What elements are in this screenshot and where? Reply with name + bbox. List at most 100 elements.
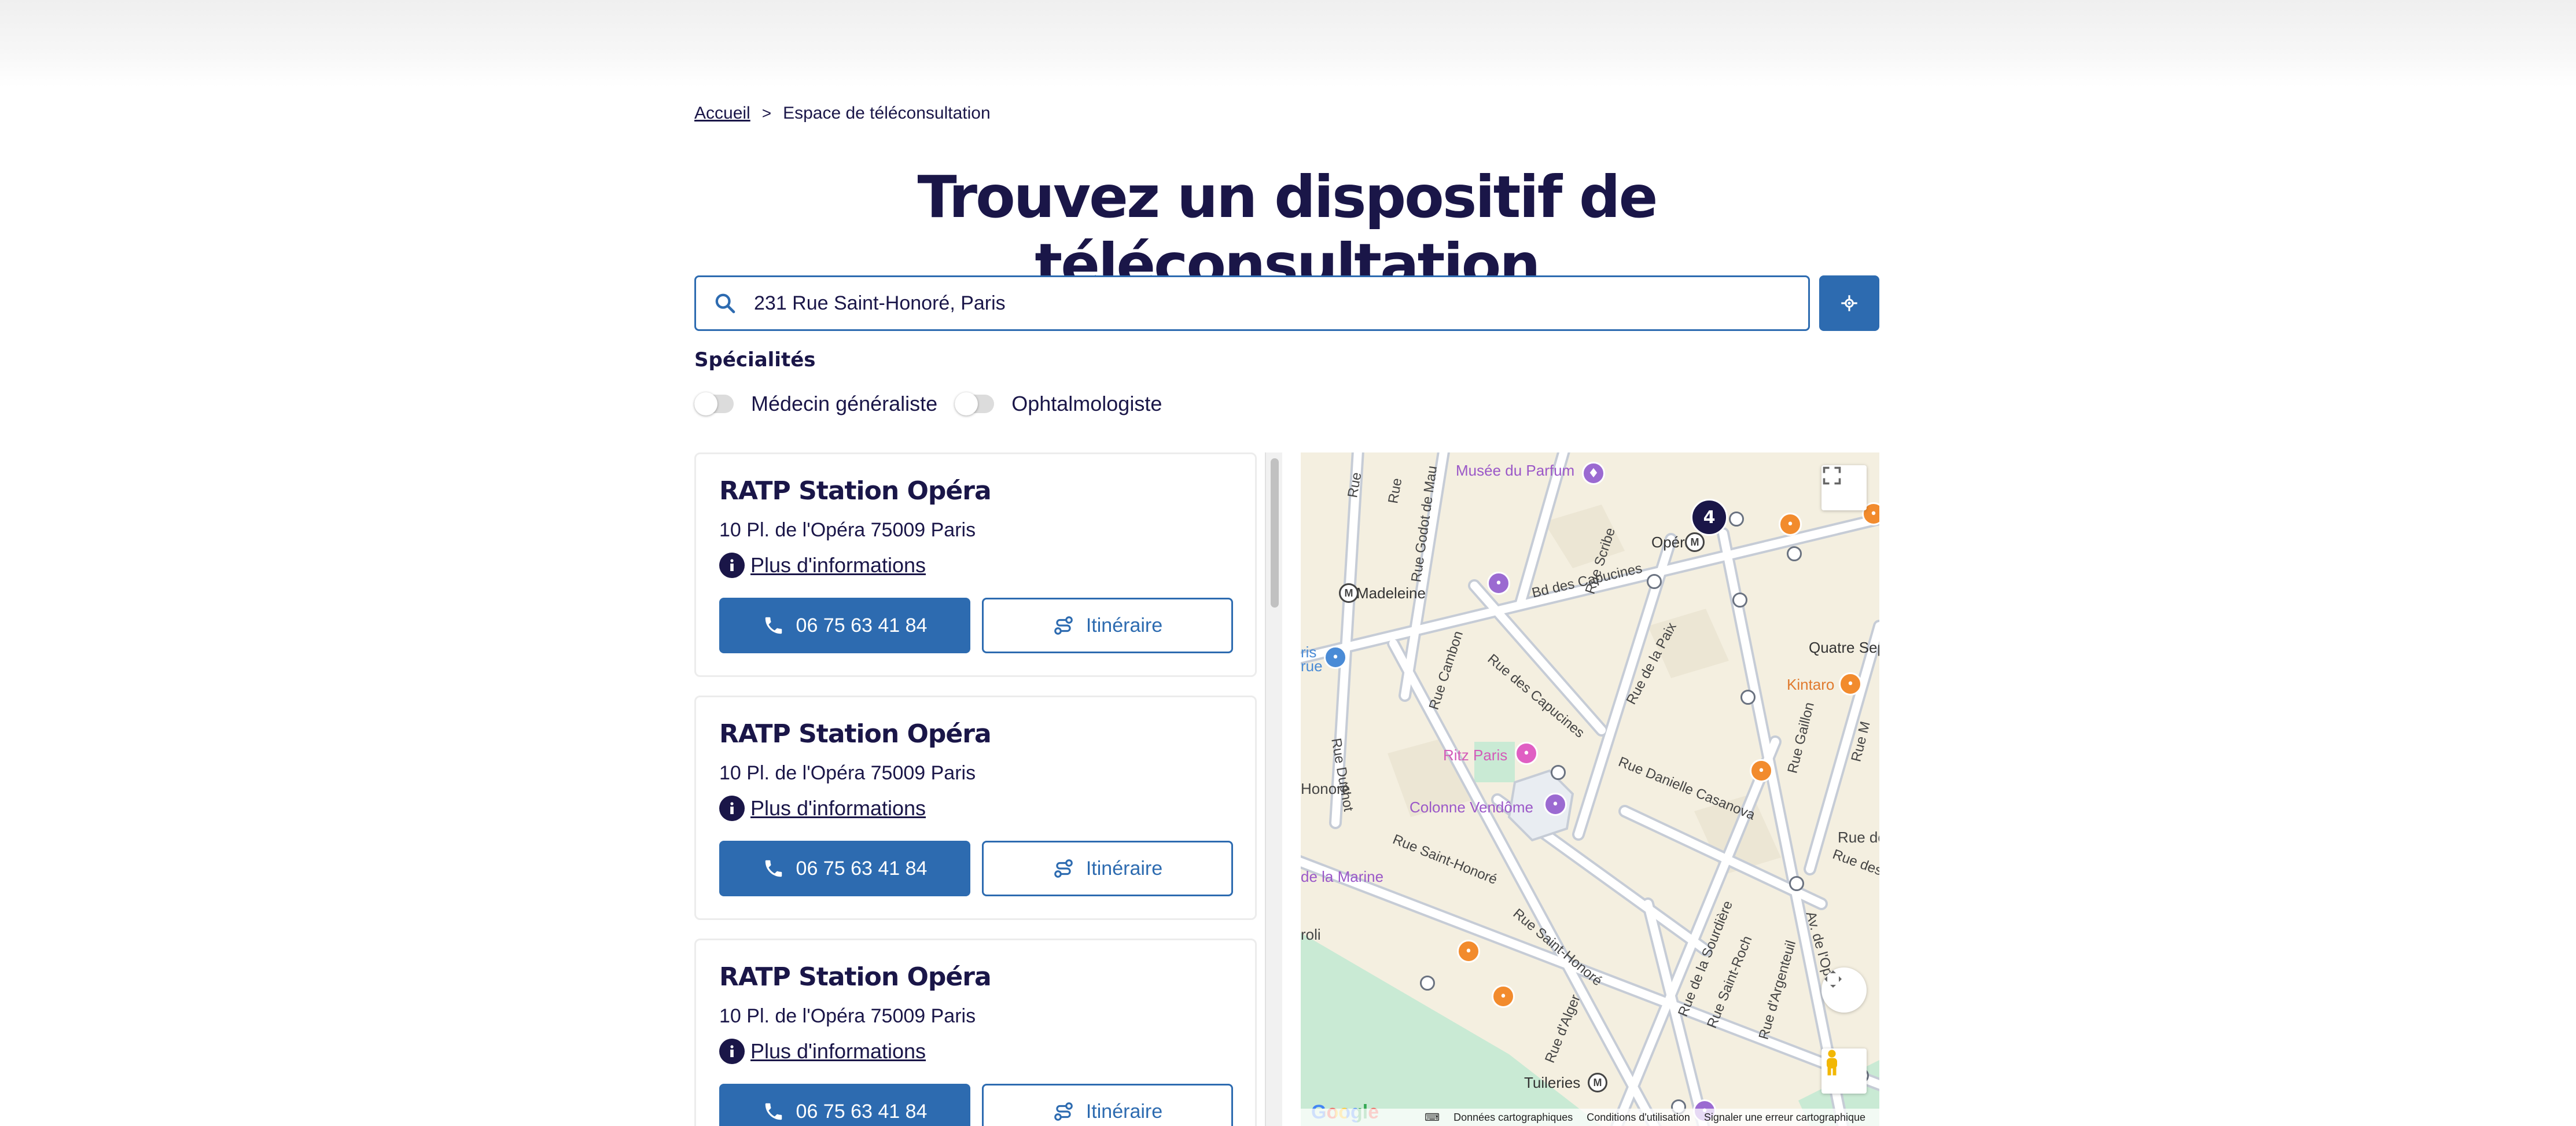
monument-poi-icon[interactable]: • [1544,793,1567,816]
breadcrumb-separator: > [761,104,772,122]
map-pan-control[interactable] [1821,967,1867,1013]
itinerary-button[interactable]: Itinéraire [982,598,1233,653]
search-input-value[interactable]: 231 Rue Saint-Honoré, Paris [754,292,1006,315]
more-info[interactable]: Plus d'informations [719,796,926,821]
terms-link[interactable]: Conditions d'utilisation [1587,1112,1690,1124]
phone-icon [765,1103,782,1120]
bus-stop-icon [1551,765,1566,780]
phone-number: 06 75 63 41 84 [796,1100,928,1123]
map-data-link[interactable]: Données cartographiques [1453,1112,1573,1124]
specialty-toggles: Médecin généraliste Ophtalmologiste [694,389,1179,419]
more-info[interactable]: Plus d'informations [719,553,926,578]
bus-stop-icon [1647,574,1662,589]
metro-icon: M [1685,532,1705,552]
phone-icon [765,617,782,634]
bus-stop-icon [1732,593,1747,608]
marker-cluster[interactable]: 4 [1691,499,1728,536]
more-info-link[interactable]: Plus d'informations [750,796,926,820]
address-search-field[interactable]: 231 Rue Saint-Honoré, Paris [694,275,1810,331]
call-button[interactable]: 06 75 63 41 84 [719,841,970,896]
map-label-kintaro: Kintaro [1787,676,1835,693]
bus-stop-icon [1789,876,1804,891]
result-name: RATP Station Opéra [719,719,992,749]
result-address: 10 Pl. de l'Opéra 75009 Paris [719,519,976,541]
breadcrumb: Accueil > Espace de téléconsultation [694,102,991,125]
bus-stop-icon [1729,512,1744,527]
bus-stop-icon [1740,690,1756,705]
map-label-ritz: Ritz Paris [1443,746,1508,764]
search-icon [715,293,735,314]
more-info[interactable]: Plus d'informations [719,1039,926,1064]
restaurant-poi-icon[interactable]: • [1839,672,1862,696]
info-icon [719,796,745,821]
call-button[interactable]: 06 75 63 41 84 [719,1084,970,1126]
scrollbar-thumb[interactable] [1271,458,1279,608]
metro-icon: M [1339,583,1359,603]
results-scrollbar[interactable] [1265,452,1282,1126]
phone-icon [765,860,782,877]
route-icon [1054,1102,1073,1121]
cafe-poi-icon[interactable]: • [1492,985,1515,1008]
result-card: RATP Station Opéra 10 Pl. de l'Opéra 750… [694,939,1257,1126]
itinerary-label: Itinéraire [1085,1100,1163,1123]
call-button[interactable]: 06 75 63 41 84 [719,598,970,653]
map-label-vendome: Colonne Vendôme [1410,798,1533,816]
bus-stop-icon [1420,976,1435,991]
breadcrumb-current: Espace de téléconsultation [783,104,991,123]
map[interactable]: Musée du Parfum Opéra Madeleine Quatre S… [1301,452,1879,1126]
lock-poi-icon[interactable]: • [1324,646,1347,669]
pan-arrows-icon [1824,970,1842,988]
locate-crosshair-icon [1841,295,1857,311]
results-list[interactable]: RATP Station Opéra 10 Pl. de l'Opéra 750… [694,452,1285,1126]
toggle-ophtalmologiste[interactable]: Ophtalmologiste [955,392,1162,416]
more-info-link[interactable]: Plus d'informations [750,553,926,577]
info-icon [719,553,745,578]
itinerary-button[interactable]: Itinéraire [982,841,1233,896]
toggle-label: Médecin généraliste [751,392,938,415]
bus-stop-icon [1787,546,1802,561]
route-icon [1054,859,1073,878]
route-icon [1054,616,1073,635]
map-attribution-bar: ⌨ Données cartographiques Conditions d'u… [1301,1109,1879,1126]
map-label-marine: de la Marine [1301,868,1384,885]
result-address: 10 Pl. de l'Opéra 75009 Paris [719,1005,976,1027]
phone-number: 06 75 63 41 84 [796,614,928,636]
shop-poi-icon[interactable]: • [1487,572,1510,595]
result-name: RATP Station Opéra [719,962,992,992]
cafe-poi-icon[interactable]: • [1779,513,1802,536]
fullscreen-icon [1823,466,1841,485]
itinerary-label: Itinéraire [1085,857,1163,880]
toggle-generaliste[interactable]: Médecin généraliste [694,392,937,416]
restaurant-poi-icon[interactable]: • [1457,940,1480,963]
fullscreen-button[interactable] [1821,465,1867,510]
street-view-pegman[interactable] [1821,1048,1867,1094]
top-header-shadow [0,0,2576,87]
metro-icon: M [1588,1073,1607,1092]
map-label-madeleine: Madeleine [1356,584,1426,602]
result-card: RATP Station Opéra 10 Pl. de l'Opéra 750… [694,696,1257,920]
report-error-link[interactable]: Signaler une erreur cartographique [1704,1112,1865,1124]
locate-me-button[interactable] [1819,275,1879,331]
pegman-icon [1827,1050,1837,1076]
map-label-tuileries: Tuileries [1524,1074,1581,1091]
more-info-link[interactable]: Plus d'informations [750,1039,926,1064]
map-label-quatre-septembre: Quatre Septemb [1809,639,1879,656]
specialties-label: Spécialités [694,348,816,371]
map-label-edge-5: Rue des [1838,829,1879,846]
keyboard-shortcuts-icon[interactable]: ⌨ [1425,1112,1440,1124]
toggle-switch[interactable] [694,392,734,415]
restaurant-poi-icon[interactable]: • [1750,759,1773,782]
map-label-edge-4: roli [1301,926,1321,943]
phone-number: 06 75 63 41 84 [796,857,928,880]
itinerary-label: Itinéraire [1085,614,1163,636]
toggle-switch[interactable] [955,392,995,415]
itinerary-button[interactable]: Itinéraire [982,1084,1233,1126]
result-address: 10 Pl. de l'Opéra 75009 Paris [719,762,976,784]
museum-poi-icon[interactable]: ♦ [1582,462,1605,485]
toggle-label: Ophtalmologiste [1011,392,1162,415]
hotel-poi-icon[interactable]: • [1515,742,1538,765]
result-name: RATP Station Opéra [719,476,992,506]
breadcrumb-home-link[interactable]: Accueil [694,104,750,123]
map-label-edge-2: rue [1301,657,1323,675]
info-icon [719,1039,745,1064]
